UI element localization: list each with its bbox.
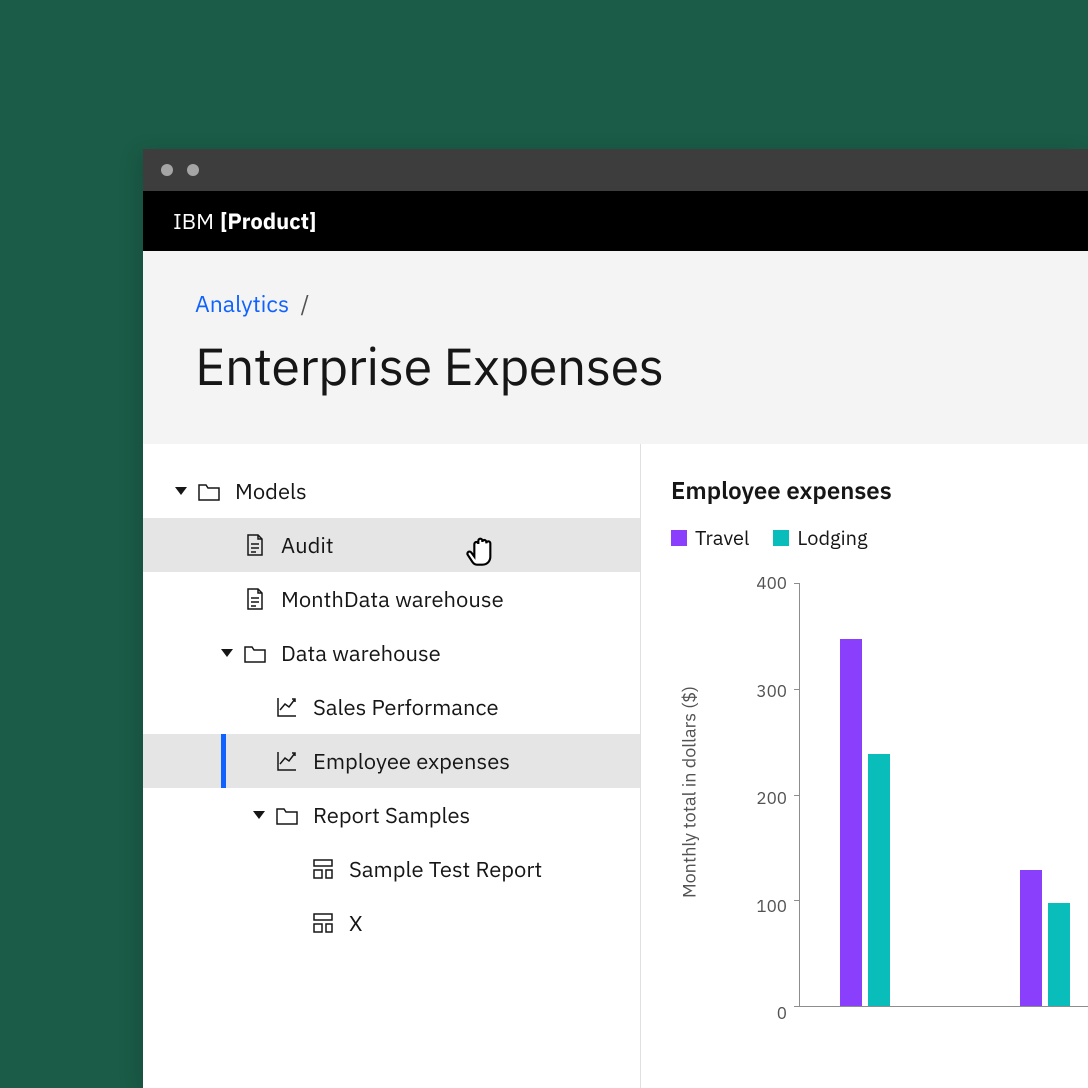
bar-group [840,639,890,1007]
breadcrumb-link-analytics[interactable]: Analytics [195,289,289,319]
chart-y-axis: 0100200300400 [725,583,787,1013]
tree-item-audit[interactable]: Audit [143,518,640,572]
tree-item-label: X [349,909,363,938]
y-tick-label: 100 [756,895,787,917]
y-tick-label: 400 [756,572,787,594]
tree-item-sample-test[interactable]: Sample Test Report [143,842,640,896]
tree-item-label: MonthData warehouse [281,585,504,614]
tree-item-label: Data warehouse [281,639,441,668]
folder-icon [243,641,267,665]
tree-item-report-samples[interactable]: Report Samples [143,788,640,842]
chart-icon [275,695,299,719]
y-tick-mark [794,1006,800,1007]
tree-item-label: Sales Performance [313,693,499,722]
window-chrome [143,149,1088,191]
chart-plot-area [799,583,1088,1007]
app-window: IBM [Product] Analytics / Enterprise Exp… [143,149,1088,1088]
bar-group [1020,870,1070,1007]
document-icon [243,587,267,611]
tree-item-label: Report Samples [313,801,470,830]
chart-y-axis-label: Monthly total in dollars ($) [678,686,701,898]
folder-icon [197,479,221,503]
sidebar-tree: Models Audit MonthData warehouse Data wareh… [143,444,641,1088]
document-icon [243,533,267,557]
tree-item-label: Models [235,477,307,506]
product-name: [Product] [220,207,316,236]
window-control-dot[interactable] [161,164,173,176]
legend-swatch [773,530,789,546]
tree-item-label: Audit [281,531,334,560]
report-icon [311,911,335,935]
tree-item-models[interactable]: Models [143,464,640,518]
window-control-dot[interactable] [187,164,199,176]
legend-item-lodging[interactable]: Lodging [773,524,867,551]
hand-cursor-icon [465,534,497,566]
chart-legend: Travel Lodging [671,524,1088,551]
bar-lodging[interactable] [868,754,890,1006]
folder-icon [275,803,299,827]
bar-lodging[interactable] [1048,903,1070,1006]
tree-item-data-warehouse[interactable]: Data warehouse [143,626,640,680]
tree-item-emp-expenses[interactable]: Employee expenses [143,734,640,788]
y-tick-mark [794,689,800,690]
chart-icon [275,749,299,773]
page-title: Enterprise Expenses [195,333,1088,400]
chart-title: Employee expenses [671,474,1088,506]
legend-label: Travel [695,524,749,551]
legend-swatch [671,530,687,546]
y-tick-label: 300 [756,680,787,702]
y-tick-mark [794,795,800,796]
tree-item-sales-perf[interactable]: Sales Performance [143,680,640,734]
chart-panel: Employee expenses Travel Lodging Monthly … [641,444,1088,1088]
y-tick-mark [794,583,800,584]
y-tick-label: 0 [777,1002,787,1024]
content-area: Models Audit MonthData warehouse Data wareh… [143,444,1088,1088]
legend-item-travel[interactable]: Travel [671,524,749,551]
y-tick-label: 200 [756,787,787,809]
tree-item-label: Employee expenses [313,747,510,776]
breadcrumb: Analytics / [195,289,1088,319]
report-icon [311,857,335,881]
app-header: IBM [Product] [143,191,1088,251]
tree-item-x[interactable]: X [143,896,640,950]
y-tick-mark [794,900,800,901]
tree-item-monthdata-wh[interactable]: MonthData warehouse [143,572,640,626]
bar-travel[interactable] [840,639,862,1007]
chart-stage: Monthly total in dollars ($) 01002003004… [695,577,1088,1007]
bar-travel[interactable] [1020,870,1042,1007]
chevron-down-icon[interactable] [221,649,233,657]
brand-name: IBM [173,207,214,236]
tree-item-label: Sample Test Report [349,855,542,884]
breadcrumb-separator: / [301,289,310,319]
chevron-down-icon[interactable] [175,487,187,495]
page-header: Analytics / Enterprise Expenses [143,251,1088,444]
legend-label: Lodging [797,524,867,551]
chevron-down-icon[interactable] [253,811,265,819]
